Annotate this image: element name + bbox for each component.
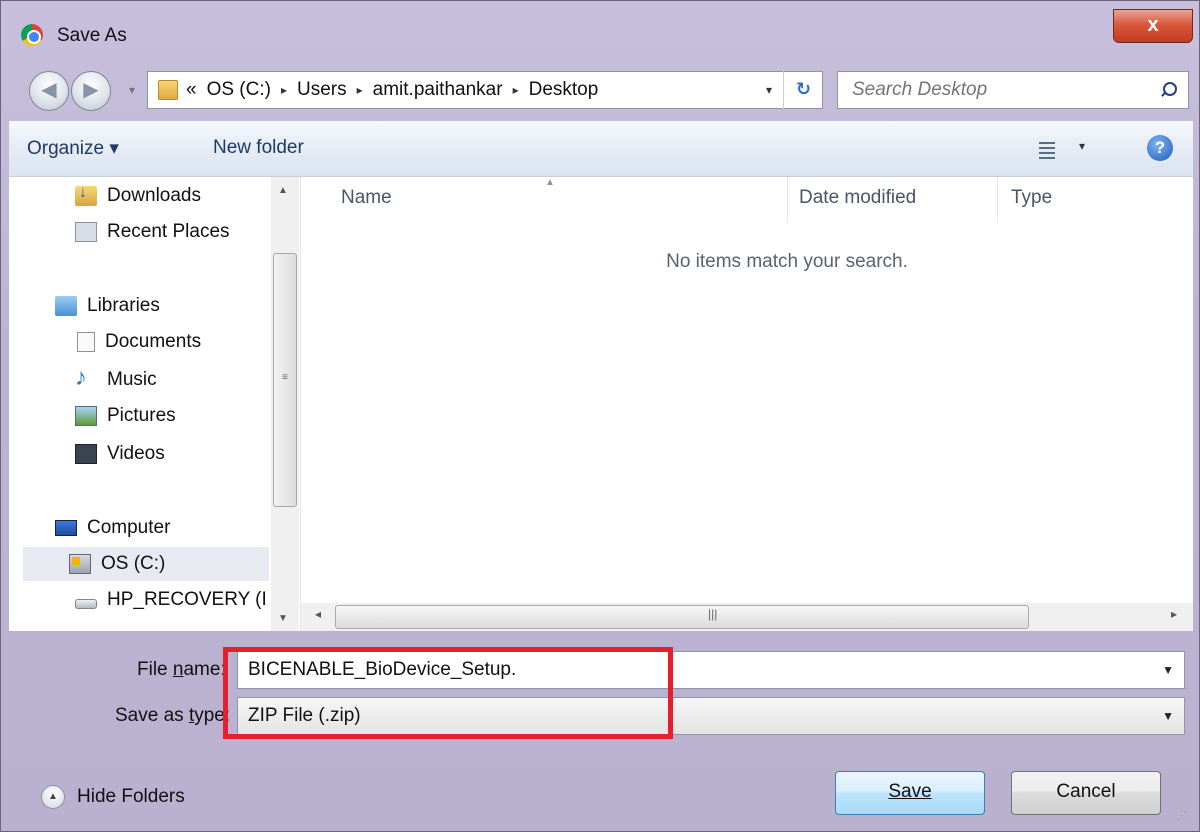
breadcrumb-users[interactable]: Users — [297, 79, 347, 101]
computer-icon — [55, 520, 77, 536]
address-bar[interactable]: « OS (C:) ▸ Users ▸ amit.paithankar ▸ De… — [147, 71, 823, 109]
title-bar: Save As x — [1, 1, 1200, 63]
refresh-icon: ↻ — [795, 79, 812, 99]
scroll-right-icon[interactable]: ▸ — [1171, 607, 1177, 621]
column-divider[interactable] — [787, 177, 788, 223]
column-divider[interactable] — [997, 177, 998, 223]
organize-button[interactable]: Organize ▾ — [27, 137, 119, 160]
breadcrumb-separator-icon[interactable]: ▸ — [281, 83, 287, 97]
annotation-highlight-box — [223, 647, 673, 739]
column-header-date-modified[interactable]: Date modified — [799, 187, 916, 209]
scrollbar-grip-icon: ||| — [708, 607, 718, 621]
empty-state-message: No items match your search. — [666, 251, 908, 272]
folder-icon — [158, 80, 178, 100]
sidebar-item-recent-places[interactable]: Recent Places — [75, 215, 230, 249]
breadcrumb-user-folder[interactable]: amit.paithankar — [373, 79, 503, 101]
sidebar-item-label: Libraries — [87, 295, 160, 316]
breadcrumb-separator-icon[interactable]: ▸ — [513, 83, 519, 97]
hide-folders-label: Hide Folders — [77, 786, 185, 807]
chevron-down-icon[interactable]: ▼ — [1162, 663, 1174, 677]
hide-folders-button[interactable]: ▲ Hide Folders — [41, 785, 185, 809]
new-folder-button[interactable]: New folder — [213, 137, 304, 159]
navigation-pane: Downloads Recent Places Libraries Docume… — [9, 177, 301, 631]
sidebar-item-label: HP_RECOVERY (I — [107, 589, 267, 610]
view-dropdown-icon[interactable]: ▾ — [1079, 139, 1085, 153]
sidebar-item-label: Pictures — [107, 405, 176, 426]
resize-grip-icon[interactable]: ⋰ — [1177, 811, 1187, 822]
search-box[interactable] — [837, 71, 1189, 109]
scroll-down-icon[interactable]: ▼ — [278, 613, 288, 624]
help-icon[interactable]: ? — [1147, 135, 1173, 161]
file-name-label: File name: — [137, 659, 226, 680]
sidebar-item-downloads[interactable]: Downloads — [75, 179, 201, 213]
collapse-up-icon: ▲ — [41, 785, 65, 809]
browser-panes: Downloads Recent Places Libraries Docume… — [9, 177, 1193, 631]
breadcrumb-desktop[interactable]: Desktop — [529, 79, 599, 101]
system-drive-icon — [69, 554, 91, 574]
chrome-icon — [21, 24, 43, 46]
chevron-down-icon[interactable]: ▼ — [1162, 709, 1174, 723]
file-list-pane: ▲ Name Date modified Type No items match… — [301, 177, 1193, 631]
videos-filmstrip-icon — [75, 444, 97, 464]
drive-icon — [75, 599, 97, 609]
sidebar-item-hp-recovery[interactable]: HP_RECOVERY (I — [75, 583, 267, 617]
column-header-name[interactable]: Name — [341, 187, 392, 209]
back-arrow-icon: ◀ — [41, 79, 57, 101]
recent-places-icon — [75, 222, 97, 242]
scrollbar-thumb[interactable]: ≡ — [273, 253, 297, 507]
sidebar-item-os-c[interactable]: OS (C:) — [23, 547, 269, 581]
music-note-icon — [75, 364, 97, 392]
scrollbar-grip-icon: ≡ — [282, 372, 288, 383]
sidebar-item-documents[interactable]: Documents — [77, 325, 201, 359]
sidebar-item-libraries[interactable]: Libraries — [55, 289, 160, 323]
horizontal-scrollbar[interactable]: ◂ ||| ▸ — [301, 603, 1193, 631]
scroll-left-icon[interactable]: ◂ — [315, 607, 321, 621]
sidebar-item-music[interactable]: Music — [75, 363, 157, 397]
refresh-button[interactable]: ↻ — [783, 71, 823, 109]
sidebar-item-pictures[interactable]: Pictures — [75, 399, 176, 433]
forward-arrow-icon: ▶ — [83, 79, 99, 101]
sort-ascending-icon: ▲ — [545, 177, 555, 188]
forward-button[interactable]: ▶ — [71, 71, 111, 111]
breadcrumb-separator-icon[interactable]: ▸ — [357, 83, 363, 97]
libraries-icon — [55, 296, 77, 316]
column-header-type[interactable]: Type — [1011, 187, 1052, 209]
sidebar-item-label: Music — [107, 369, 157, 390]
breadcrumb-os-c[interactable]: OS (C:) — [207, 79, 271, 101]
close-button[interactable]: x — [1113, 9, 1193, 43]
save-button[interactable]: Save — [835, 771, 985, 815]
sidebar-item-label: Documents — [105, 331, 202, 352]
back-button[interactable]: ◀ — [29, 71, 69, 111]
address-dropdown-icon[interactable]: ▾ — [766, 83, 772, 97]
scroll-up-icon[interactable]: ▲ — [278, 185, 288, 196]
sidebar-item-label: Recent Places — [107, 221, 230, 242]
navigation-scrollbar[interactable]: ▲ ≡ ▼ — [271, 177, 299, 631]
cancel-button[interactable]: Cancel — [1011, 771, 1161, 815]
pictures-icon — [75, 406, 97, 426]
search-input[interactable] — [852, 79, 1142, 101]
scrollbar-thumb[interactable]: ||| — [335, 605, 1029, 629]
sidebar-item-label: OS (C:) — [101, 553, 166, 574]
window-title: Save As — [57, 25, 127, 46]
sidebar-item-computer[interactable]: Computer — [55, 511, 170, 545]
view-options-icon[interactable] — [1033, 139, 1055, 159]
save-as-dialog: Save As x ◀ ▶ ▾ « OS (C:) ▸ Users ▸ amit… — [0, 0, 1200, 832]
sidebar-item-label: Computer — [87, 517, 171, 538]
downloads-folder-icon — [75, 184, 97, 206]
history-dropdown-icon[interactable]: ▾ — [129, 83, 135, 97]
search-icon[interactable] — [1160, 82, 1177, 98]
address-overflow[interactable]: « — [186, 79, 197, 101]
command-bar: Organize ▾ New folder ▾ ? — [9, 121, 1193, 177]
sidebar-item-label: Videos — [107, 443, 165, 464]
sidebar-item-videos[interactable]: Videos — [75, 437, 165, 471]
save-as-type-label: Save as type: — [115, 705, 231, 726]
documents-icon — [77, 332, 95, 352]
sidebar-item-label: Downloads — [107, 185, 201, 206]
